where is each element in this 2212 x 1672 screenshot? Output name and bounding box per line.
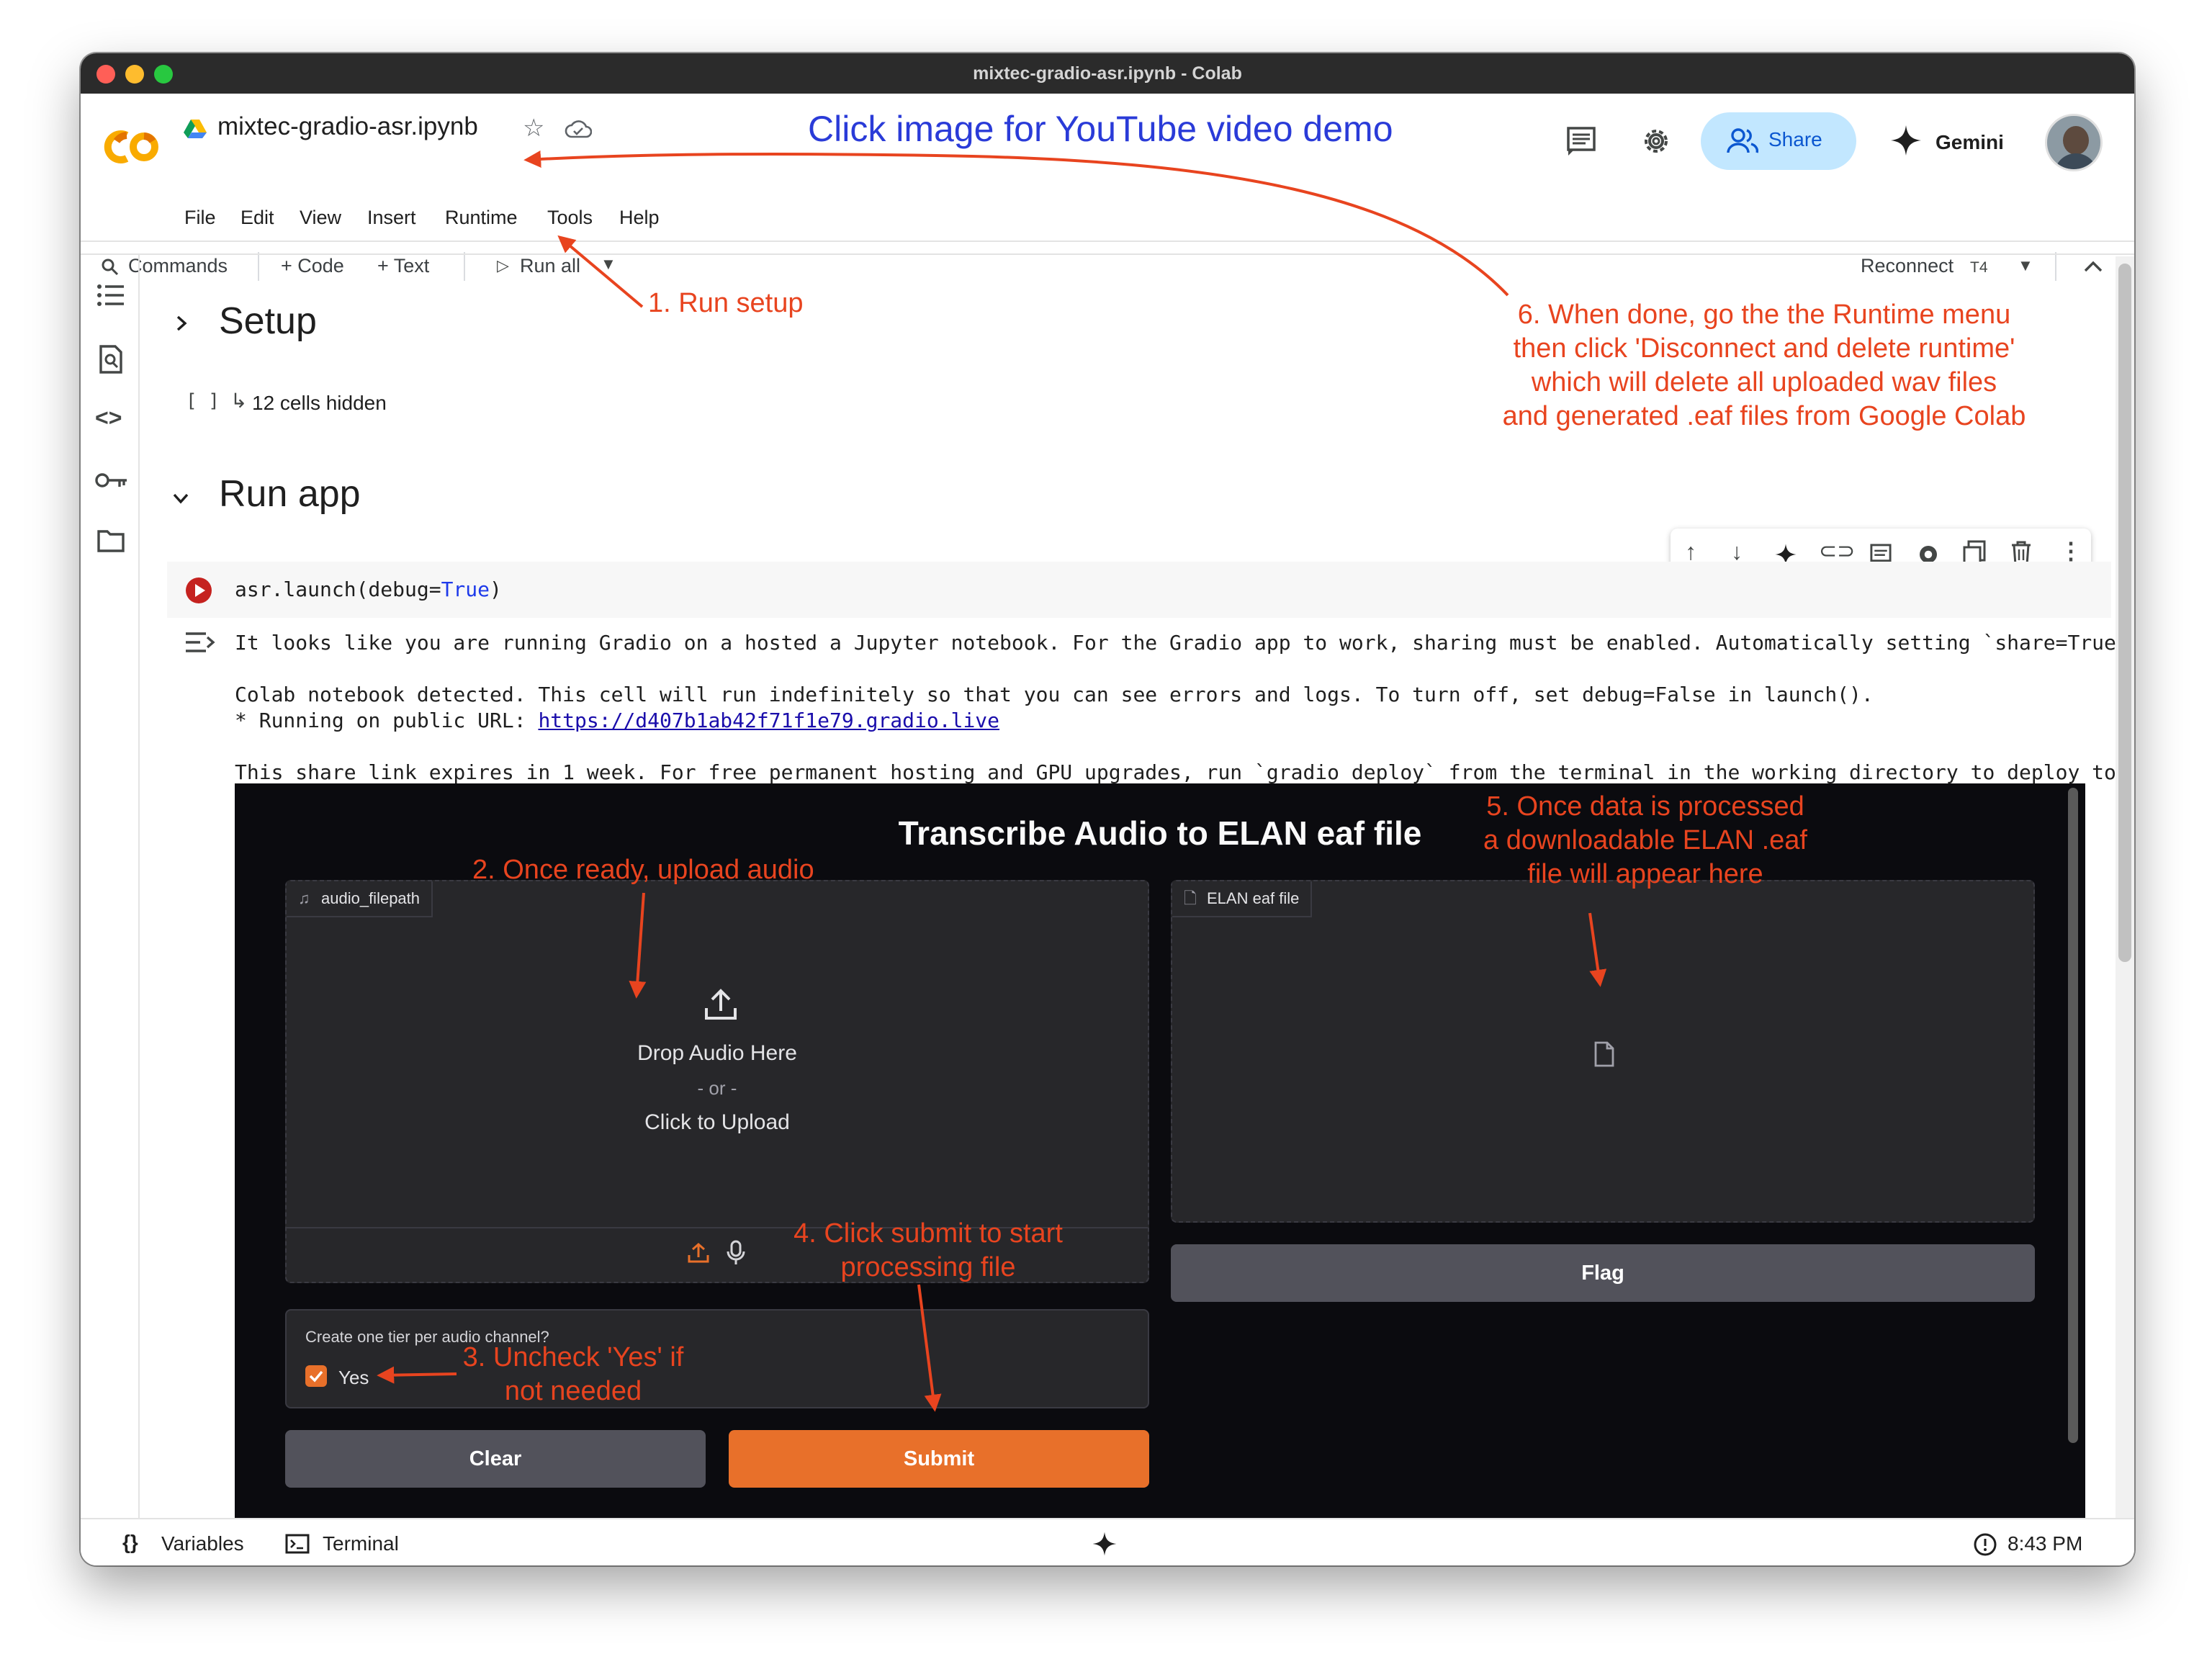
annotation-line: which will delete all uploaded wav files [1531, 367, 1997, 397]
annotation-eaf-output: 5. Once data is processed a downloadable… [1440, 790, 1851, 891]
annotation-line: and generated .eaf files from Google Col… [1502, 401, 2026, 431]
annotation-line: processing file [840, 1252, 1016, 1282]
annotation-line: 4. Click submit to start [793, 1218, 1063, 1249]
annotation-line: 6. When done, go the the Runtime menu [1517, 300, 2011, 330]
annotation-line: not needed [504, 1376, 642, 1406]
annotation-uncheck-yes: 3. Uncheck 'Yes' if not needed [444, 1341, 703, 1408]
annotation-line: 5. Once data is processed [1486, 791, 1804, 822]
annotation-disconnect-runtime: 6. When done, go the the Runtime menu th… [1447, 298, 2081, 433]
annotation-line: file will appear here [1527, 859, 1763, 889]
annotation-upload-audio: 2. Once ready, upload audio [472, 855, 814, 885]
annotation-submit: 4. Click submit to start processing file [766, 1217, 1090, 1285]
annotation-line: then click 'Disconnect and delete runtim… [1513, 333, 2015, 364]
screenshot: mixtec-gradio-asr.ipynb - Colab mixtec-g… [0, 0, 2212, 1672]
annotation-arrows [377, 150, 1607, 1412]
annotation-line: a downloadable ELAN .eaf [1483, 825, 1807, 855]
annotation-run-setup: 1. Run setup [648, 288, 804, 318]
annotation-line: 3. Uncheck 'Yes' if [462, 1342, 684, 1372]
